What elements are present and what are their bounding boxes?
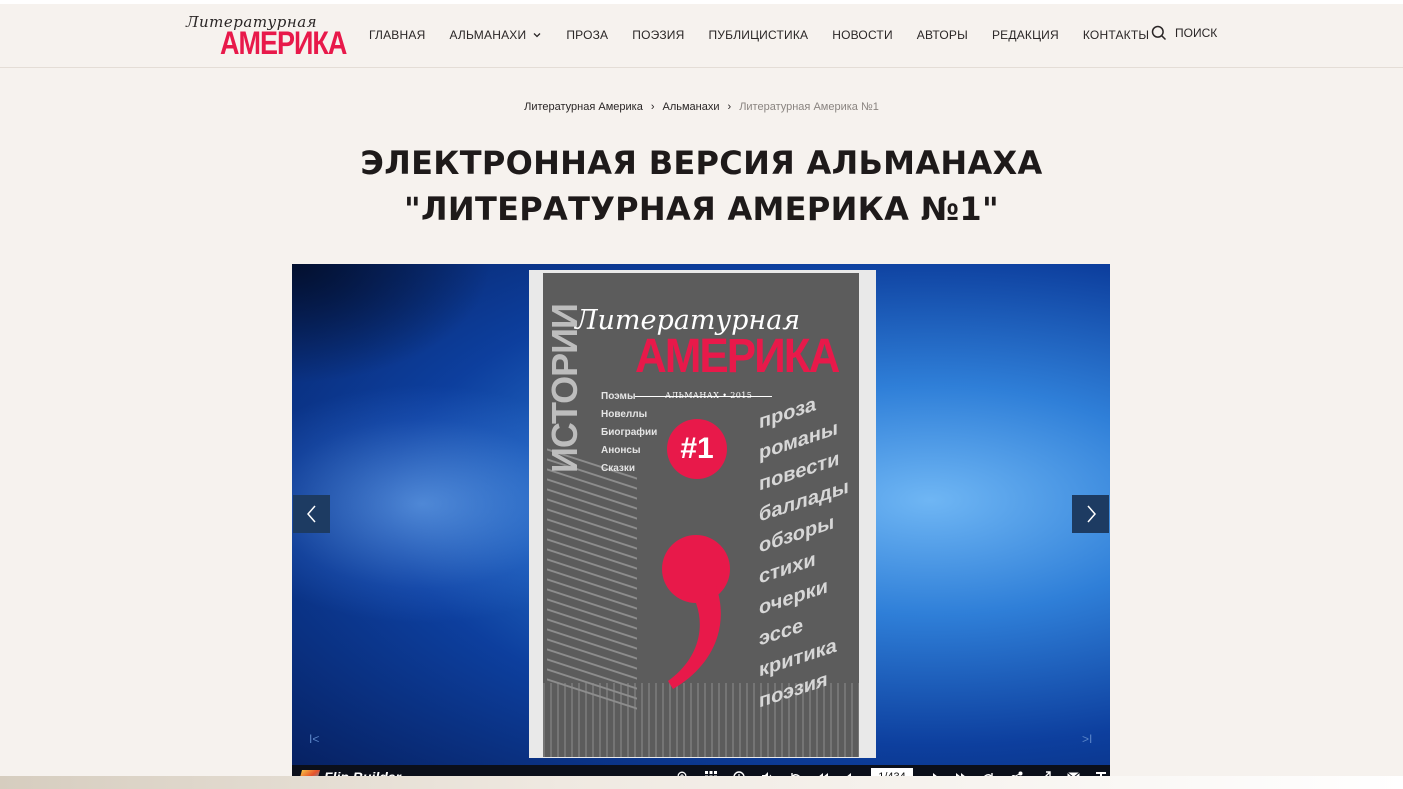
nav-item-label: АВТОРЫ — [916, 28, 968, 42]
page-bottom-band — [0, 776, 1403, 789]
cover-genre: Анонсы — [601, 445, 641, 456]
nav-item-poetry[interactable]: ПОЭЗИЯ — [632, 25, 684, 45]
site-header: Литературная АМЕРИКА ГЛАВНАЯ АЛЬМАНАХИ П… — [0, 4, 1403, 68]
cover-almanac-label: АЛЬМАНАХ • 2015 — [665, 391, 753, 400]
chevron-down-icon — [533, 33, 541, 38]
nav-item-journalism[interactable]: ПУБЛИЦИСТИКА — [708, 25, 808, 45]
nav-item-label: ПОЭЗИЯ — [632, 28, 685, 42]
main-nav: ГЛАВНАЯ АЛЬМАНАХИ ПРОЗА ПОЭЗИЯ ПУБЛИЦИСТ… — [369, 25, 1173, 45]
search-label: ПОИСК — [1175, 26, 1218, 40]
cover-genre: Биографии — [601, 427, 658, 438]
nav-item-home[interactable]: ГЛАВНАЯ — [369, 25, 425, 45]
site-logo[interactable]: Литературная АМЕРИКА — [186, 13, 347, 63]
nav-item-authors[interactable]: АВТОРЫ — [917, 25, 968, 45]
nav-item-label: АЛЬМАНАХИ — [449, 28, 527, 42]
nav-item-label: КОНТАКТЫ — [1082, 28, 1150, 42]
breadcrumb-link-home[interactable]: Литературная Америка — [524, 101, 643, 113]
nav-item-almanacs[interactable]: АЛЬМАНАХИ — [449, 25, 542, 45]
next-page-button[interactable] — [1072, 495, 1109, 533]
nav-item-label: ГЛАВНАЯ — [369, 28, 426, 42]
breadcrumb-link-almanacs[interactable]: Альманахи — [663, 101, 720, 113]
nav-item-label: РЕДАКЦИЯ — [991, 28, 1059, 42]
cover-right-words: проза романы повести баллады обзоры стих… — [759, 378, 849, 717]
background-vignette — [292, 264, 492, 384]
nav-item-news[interactable]: НОВОСТИ — [832, 25, 893, 45]
cover-side-word: ИСТОРИИ — [544, 304, 585, 473]
nav-item-label: ПУБЛИЦИСТИКА — [708, 28, 809, 42]
cover-genres: Поэмы Новеллы Биографии Анонсы Сказки — [601, 388, 657, 478]
cover-genre: Новеллы — [601, 409, 648, 420]
breadcrumb-separator: › — [650, 101, 655, 113]
page-title-line-1: ЭЛЕКТРОННАЯ ВЕРСИЯ АЛЬМАНАХА — [360, 144, 1043, 182]
comma-graphic — [662, 535, 730, 689]
breadcrumb-separator: › — [727, 101, 732, 113]
breadcrumb-current: Литературная Америка №1 — [739, 101, 879, 113]
flipbook-viewer[interactable]: Литературная АМЕРИКА АЛЬМАНАХ • 2015 ИСТ… — [292, 264, 1110, 789]
cover-genre: Сказки — [601, 463, 636, 474]
chevron-left-icon — [306, 505, 316, 523]
chevron-right-icon — [1086, 505, 1096, 523]
page-title-line-2: "ЛИТЕРАТУРНАЯ АМЕРИКА №1" — [404, 190, 999, 228]
search-button[interactable]: ПОИСК — [1151, 25, 1217, 41]
prev-page-button[interactable] — [293, 495, 330, 533]
search-icon — [1151, 25, 1167, 41]
first-page-button[interactable]: I< — [309, 732, 319, 746]
logo-main-text: АМЕРИКА — [220, 25, 347, 61]
cover-main-title: АМЕРИКА — [635, 329, 840, 383]
nav-item-label: ПРОЗА — [566, 28, 609, 42]
nav-item-editorial[interactable]: РЕДАКЦИЯ — [992, 25, 1059, 45]
breadcrumb: Литературная Америка › Альманахи › Литератур… — [0, 101, 1403, 113]
cover-text-lines — [547, 448, 637, 723]
cover-genre: Поэмы — [601, 391, 636, 402]
book-cover[interactable]: Литературная АМЕРИКА АЛЬМАНАХ • 2015 ИСТ… — [543, 273, 859, 757]
last-page-button[interactable]: >I — [1082, 732, 1092, 746]
cover-issue-number: #1 — [667, 419, 727, 479]
nav-item-label: НОВОСТИ — [832, 28, 893, 42]
page-title: ЭЛЕКТРОННАЯ ВЕРСИЯ АЛЬМАНАХА "ЛИТЕРАТУРН… — [0, 140, 1403, 232]
nav-item-contacts[interactable]: КОНТАКТЫ — [1083, 25, 1149, 45]
nav-item-prose[interactable]: ПРОЗА — [566, 25, 608, 45]
